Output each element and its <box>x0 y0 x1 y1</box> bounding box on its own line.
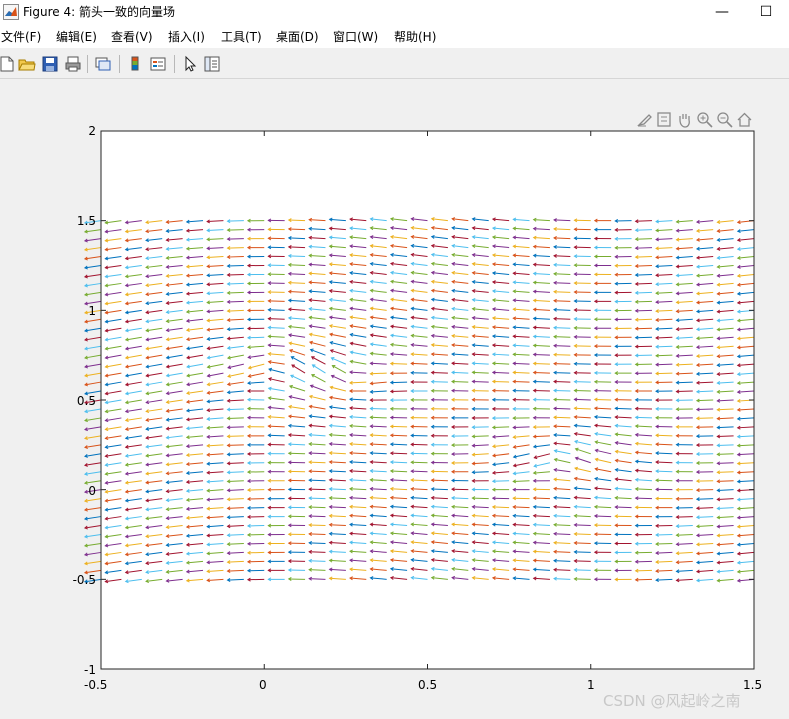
field-arrow <box>84 408 102 414</box>
field-arrow <box>83 265 102 270</box>
y-tick-label: 2 <box>88 124 96 138</box>
y-tick-label: -1 <box>84 663 96 677</box>
watermark: CSDN @风起岭之南 <box>603 692 741 710</box>
field-arrow <box>84 318 102 324</box>
y-tick-label: -0.5 <box>72 573 96 587</box>
field-arrow <box>83 282 102 288</box>
field-arrow <box>83 542 102 548</box>
field-arrow <box>83 560 102 566</box>
field-arrow <box>83 238 102 243</box>
field-arrow <box>83 551 102 557</box>
field-arrow <box>84 354 102 360</box>
field-arrow <box>84 345 102 351</box>
field-arrow <box>84 444 102 449</box>
field-arrow <box>84 471 102 476</box>
field-arrow <box>83 247 102 252</box>
y-tick-label: 0.5 <box>76 394 96 408</box>
field-arrow <box>84 453 102 458</box>
field-arrow <box>84 372 102 378</box>
field-arrow <box>83 534 102 539</box>
x-tick-label: 0.5 <box>418 678 438 692</box>
field-arrow <box>84 417 102 423</box>
field-arrow <box>83 229 102 234</box>
field-arrow <box>83 256 102 261</box>
x-tick-label: -0.5 <box>84 678 108 692</box>
x-tick-label: 1 <box>587 678 595 692</box>
field-arrow <box>83 525 102 530</box>
quiver-plot <box>83 130 755 670</box>
field-arrow <box>84 435 102 441</box>
field-arrow <box>83 291 102 297</box>
field-arrow <box>84 426 102 432</box>
field-arrow <box>83 507 102 512</box>
field-arrow <box>83 498 102 503</box>
field-arrow <box>84 336 102 342</box>
x-tick-label: 1.5 <box>743 678 763 692</box>
field-arrow <box>84 381 102 387</box>
y-tick-label: 1.5 <box>76 214 96 228</box>
field-arrow <box>83 273 102 279</box>
y-tick-label: 0 <box>88 484 96 498</box>
y-tick-label: 1 <box>88 304 96 318</box>
x-tick-label: 0 <box>259 678 267 692</box>
field-arrow <box>83 516 102 521</box>
field-arrow <box>84 462 102 467</box>
field-arrow <box>84 327 102 333</box>
field-arrow <box>84 363 102 369</box>
